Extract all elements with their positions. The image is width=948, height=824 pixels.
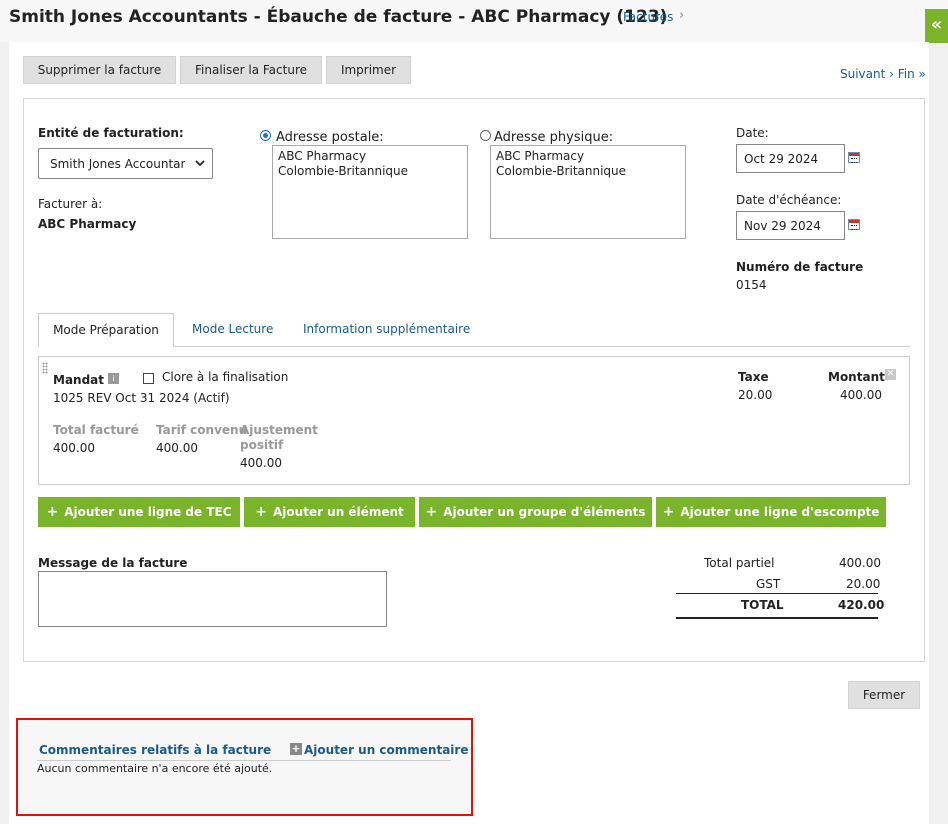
due-date-input[interactable]: Nov 29 2024 [736,211,845,240]
comments-title: Commentaires relatifs à la facture [39,743,272,757]
postal-address-radio[interactable] [260,130,271,141]
plus-icon: + [255,504,267,520]
plus-icon: + [46,504,59,520]
total-billed-value: 400.00 [53,441,95,455]
date-label: Date: [736,126,769,140]
date-value: Oct 29 2024 [744,152,819,166]
bill-to-label: Facturer à: [38,197,103,211]
calendar-icon[interactable] [848,219,860,230]
close-on-finalize-label: Clore à la finalisation [162,370,289,384]
total-label: TOTAL [741,598,784,612]
add-discount-line-button[interactable]: + Ajouter une ligne d'escompte [656,497,886,527]
chevron-down-icon [195,160,205,167]
remove-line-icon[interactable]: ✕ [885,369,896,380]
comments-empty-text: Aucun commentaire n'a encore été ajouté. [37,762,273,775]
close-on-finalize-checkbox[interactable] [143,373,154,384]
invoice-number-value: 0154 [736,278,767,292]
adjustment-value: 400.00 [240,456,282,470]
add-tec-line-button[interactable]: + Ajouter une ligne de TEC [38,497,240,527]
info-icon[interactable]: i [108,373,119,384]
postal-address-label: Adresse postale: [276,130,384,145]
date-input[interactable]: Oct 29 2024 [736,144,845,173]
tab-read-mode[interactable]: Mode Lecture [192,313,273,347]
postal-address-field[interactable]: ABC Pharmacy Colombie-Britannique [272,145,468,239]
billing-entity-value: Smith Jones Accountants [50,157,185,171]
adjustment-label-line2: positif [240,438,284,452]
finalize-invoice-button[interactable]: Finaliser la Facture [180,56,322,84]
billing-entity-label: Entité de facturation: [38,126,184,140]
postal-address-line: Colombie-Britannique [278,164,409,178]
invoice-number-label: Numéro de facture [736,260,864,274]
page-title: Smith Jones Accountants - Ébauche de fac… [9,7,668,27]
agreed-rate-value: 400.00 [156,441,198,455]
calendar-icon[interactable] [848,152,860,163]
due-date-value: Nov 29 2024 [744,219,821,233]
invoice-message-textarea[interactable] [38,571,387,627]
add-comment-icon[interactable]: + [290,743,302,755]
total-value: 420.00 [838,598,885,612]
plus-icon: + [425,504,438,520]
postal-address-line: ABC Pharmacy [278,149,367,163]
delete-invoice-button[interactable]: Supprimer la facture [23,56,176,84]
physical-address-line: ABC Pharmacy [496,149,585,163]
tab-additional-info[interactable]: Information supplémentaire [303,313,470,347]
plus-icon: + [662,504,675,520]
add-item-group-button[interactable]: + Ajouter un groupe d'éléments [419,497,652,527]
physical-address-radio[interactable] [480,130,491,141]
mandate-description: 1025 REV Oct 31 2024 (Actif) [53,391,230,405]
gst-label: GST [756,577,781,591]
physical-address-field[interactable]: ABC Pharmacy Colombie-Britannique [490,145,686,239]
amount-value: 400.00 [840,388,882,402]
tax-header: Taxe [738,370,769,384]
gst-value: 20.00 [846,577,881,591]
totals-underline [676,617,878,619]
subtotal-label: Total partiel [704,556,775,570]
add-item-button[interactable]: + Ajouter un élément [244,497,415,527]
print-button[interactable]: Imprimer [326,56,411,84]
mandate-label: Mandat [53,373,105,387]
breadcrumb-chevron-icon: › [679,8,685,23]
total-billed-label: Total facturé [53,423,139,437]
due-date-label: Date d'échéance: [736,193,842,207]
amount-header: Montant [828,370,885,384]
tax-value: 20.00 [738,388,773,402]
tab-preparation-mode[interactable]: Mode Préparation [38,313,174,347]
close-button[interactable]: Fermer [848,681,920,709]
drag-handle-icon[interactable] [42,362,48,374]
agreed-rate-label: Tarif convenu [156,423,248,437]
billing-entity-select[interactable]: Smith Jones Accountants [38,148,213,179]
comments-divider [37,760,451,761]
physical-address-label: Adresse physique: [494,130,614,145]
subtotal-value: 400.00 [839,556,881,570]
bill-to-value: ABC Pharmacy [38,217,137,231]
collapse-sidebar-button[interactable]: « [925,9,948,43]
invoice-message-label: Message de la facture [38,556,188,570]
physical-address-line: Colombie-Britannique [496,164,627,178]
next-end-link[interactable]: Suivant › Fin » [840,67,926,81]
add-comment-link[interactable]: Ajouter un commentaire [304,743,468,757]
adjustment-label: Ajustement [240,423,318,437]
breadcrumb-invoices[interactable]: Factures [623,10,673,24]
totals-divider [676,593,878,594]
